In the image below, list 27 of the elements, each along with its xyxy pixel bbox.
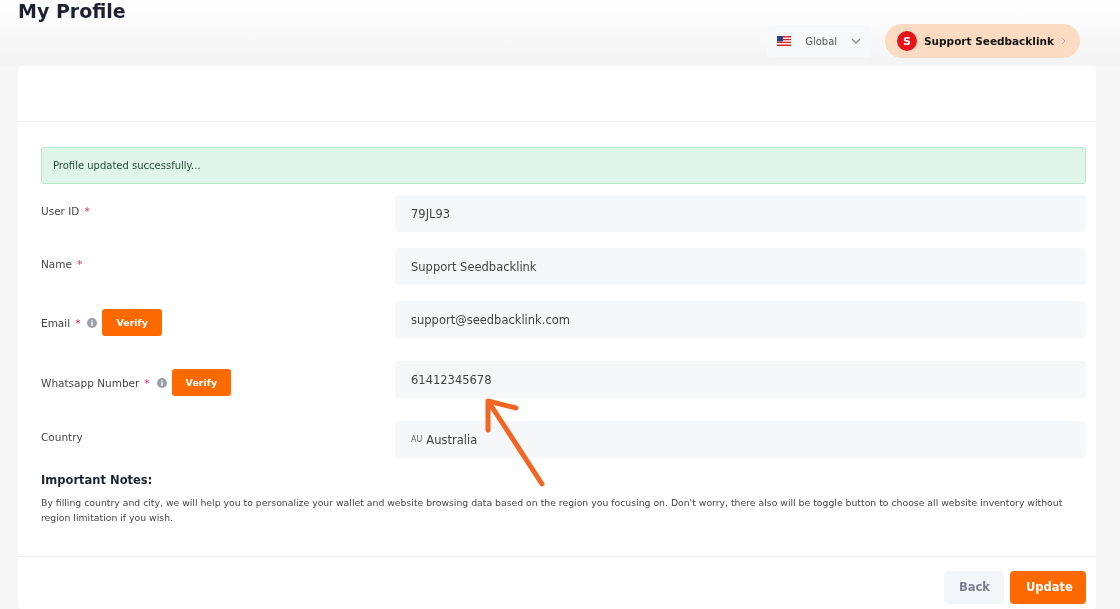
field-label: Whatsapp Number xyxy=(41,376,140,389)
required-mark: * xyxy=(144,376,150,389)
account-button[interactable]: S Support Seedbacklink xyxy=(885,24,1080,58)
field-label: User ID xyxy=(41,205,80,217)
page-title: My Profile xyxy=(18,0,126,22)
field-label: Country xyxy=(41,431,83,443)
chevron-down-icon xyxy=(851,38,862,44)
field-label: Name xyxy=(41,258,72,270)
avatar: S xyxy=(897,31,918,51)
country-select[interactable]: AU Australia xyxy=(395,421,1086,458)
field-label: Email xyxy=(41,316,71,329)
required-mark: * xyxy=(84,205,90,217)
back-button[interactable]: Back xyxy=(944,570,1004,604)
chevron-right-icon xyxy=(1061,37,1066,45)
text-field[interactable]: 79JL93 xyxy=(395,195,1086,232)
success-alert: Profile updated successfully... xyxy=(41,147,1086,184)
info-icon xyxy=(156,377,167,388)
text-field[interactable]: Support Seedbacklink xyxy=(395,248,1086,285)
notes-text: By filling country and city, we will help you to personalize your wallet and website browsing data based on the region you focusing on. Don't worry, there also will be toggle button to choose all website inventory without region limitation if you wish. xyxy=(41,496,1064,525)
text-field[interactable]: 61412345678 xyxy=(395,361,1086,398)
required-mark: * xyxy=(75,316,81,329)
flag-icon xyxy=(777,36,792,46)
notes-title: Important Notes: xyxy=(41,473,154,487)
region-selector[interactable]: Global xyxy=(767,25,872,57)
text-field[interactable]: support@seedbacklink.com xyxy=(395,301,1086,338)
info-icon xyxy=(87,317,98,328)
required-mark: * xyxy=(77,258,83,270)
